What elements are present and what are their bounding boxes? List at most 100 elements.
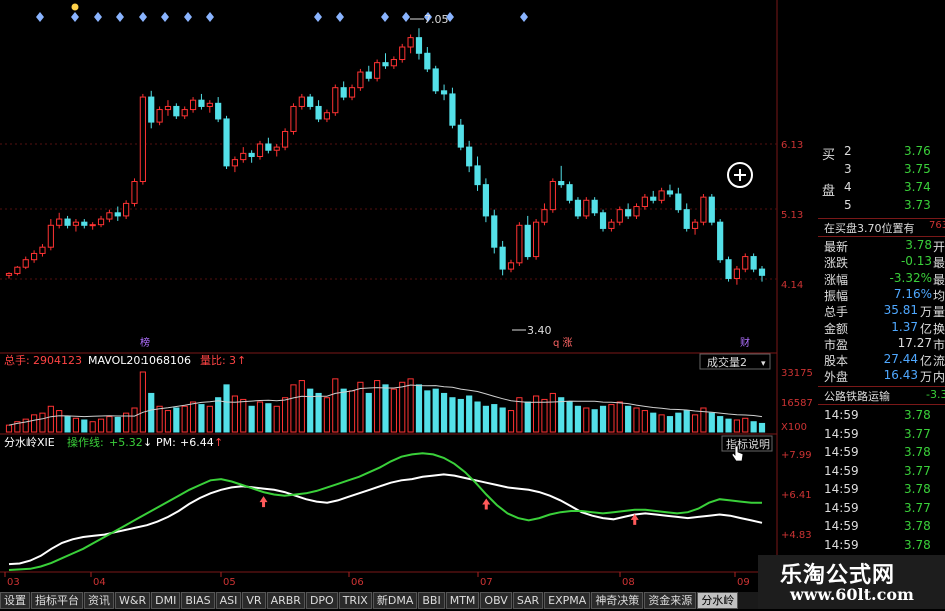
stat-value: 1.37: [891, 319, 918, 334]
tab-trix[interactable]: TRIX: [338, 592, 372, 609]
plus-circle-icon[interactable]: [727, 162, 753, 188]
green-indicator-line: [8, 452, 762, 571]
volume-bar: [348, 390, 356, 433]
volume-dropdown[interactable]: 成交量2 ▾: [699, 353, 771, 370]
indicator-help-button[interactable]: 指标说明: [721, 435, 773, 452]
candle-body: [248, 152, 255, 157]
volume-bar: [248, 405, 255, 433]
arrow-up-icon: ↑: [237, 354, 246, 367]
bid-row[interactable]: 4 3.74: [822, 180, 945, 198]
candle-body: [106, 212, 113, 220]
ind-tick-2: +6.41: [781, 490, 812, 501]
price-tick-2: 5.13: [781, 210, 803, 221]
candle-body: [114, 212, 121, 217]
candle-body: [365, 71, 372, 79]
stat-row: 最新 3.78 开: [822, 238, 945, 256]
volume-bar: [641, 410, 648, 433]
volume-bar: [725, 418, 732, 433]
stat-row: 金额 1.37 换亿: [822, 320, 945, 338]
tab--dma[interactable]: 新DMA: [372, 592, 418, 609]
candle-body: [650, 196, 657, 201]
tab-expma[interactable]: EXPMA: [544, 592, 591, 609]
trade-time: 14:59: [824, 500, 859, 515]
volume-bar: [599, 405, 607, 433]
event-mark-rise[interactable]: q 涨: [553, 337, 573, 349]
stat-label: 金额: [824, 321, 849, 336]
candle-body: [123, 202, 130, 217]
trade-row: 14:59 3.77: [822, 427, 945, 445]
candle-body: [608, 221, 615, 229]
volume-bar: [106, 416, 113, 433]
indicator-lines: [8, 452, 763, 571]
indicator-help-label: 指标说明: [726, 437, 770, 451]
tab-dmi[interactable]: DMI: [151, 592, 181, 609]
tab--[interactable]: 分水岭: [697, 592, 739, 609]
volume-bar: [72, 417, 80, 433]
stat-value: 7.16%: [893, 286, 932, 301]
volume-bar: [449, 397, 456, 433]
volume-bar: [390, 388, 397, 433]
indicator-tabs: 设置 指标平台 资讯 W&R DMI BIAS ASI VR ARBR DPO TRIX 新DMA BB…: [0, 592, 758, 609]
volume-bar: [675, 412, 682, 433]
volume-bar: [482, 405, 489, 433]
vol-tick-3: X100: [781, 422, 807, 433]
stat-value: -3.32%: [889, 270, 932, 285]
volume-bar: [516, 397, 523, 433]
volume-bar: [56, 410, 63, 433]
bid-level: 4: [844, 180, 852, 194]
volume-bar: [282, 397, 289, 433]
indicator-legend: 分水岭XIE 操作线: +5.32 ↓ PM: +6.44 ↑: [4, 435, 223, 449]
volume-bar: [683, 410, 690, 433]
tab--[interactable]: 资讯: [84, 592, 114, 609]
tab-w-r[interactable]: W&R: [115, 592, 151, 609]
tab-mtm[interactable]: MTM: [445, 592, 480, 609]
candle-body: [574, 199, 582, 217]
tab--[interactable]: 设置: [0, 592, 30, 609]
bid-row[interactable]: 3 3.75: [822, 162, 945, 180]
candle-body: [449, 93, 456, 126]
stat-row: 涨幅 -3.32% 最: [822, 271, 945, 289]
candle-body: [491, 215, 498, 248]
arrow-up-icon: [259, 496, 268, 508]
stat-suffix: 最: [933, 256, 945, 271]
volume-bar: [533, 395, 540, 433]
bid-row[interactable]: 5 3.73: [822, 198, 945, 216]
candle-body: [198, 99, 205, 107]
event-mark-rank[interactable]: 榜: [140, 336, 150, 349]
x-tick-label: 07: [480, 577, 493, 588]
candle-body: [399, 46, 406, 61]
volume-bar: [265, 403, 272, 433]
tab--[interactable]: 神奇决策: [591, 592, 644, 609]
tab-arbr[interactable]: ARBR: [266, 592, 305, 609]
candle-body: [382, 62, 389, 67]
volume-bar: [22, 418, 29, 433]
low-value: 3.40: [527, 324, 552, 337]
tab--[interactable]: 资金来源: [644, 592, 697, 609]
vol-total-label: 总手:: [4, 353, 30, 367]
tab--[interactable]: 指标平台: [31, 592, 83, 609]
volume-bar: [650, 412, 657, 433]
tab-bbi[interactable]: BBI: [418, 592, 445, 609]
tab-obv[interactable]: OBV: [480, 592, 512, 609]
ind-tick-3: +4.83: [781, 530, 812, 541]
tab-vr[interactable]: VR: [242, 592, 266, 609]
bid-row[interactable]: 2 3.76: [822, 144, 945, 162]
vol-tick-2: 16587: [781, 398, 813, 409]
volume-bar: [290, 384, 297, 433]
tab-dpo[interactable]: DPO: [305, 592, 338, 609]
candle-body: [457, 124, 464, 148]
stat-suffix: 流: [933, 354, 945, 369]
volume-bar: [97, 418, 105, 433]
volume-bar: [424, 390, 431, 433]
tab-sar[interactable]: SAR: [512, 592, 544, 609]
stat-value: 3.78: [905, 238, 932, 252]
quote-panel: 买 盘 23.7633.7543.7453.73 在买盘3.70位置有 7637…: [818, 140, 945, 607]
trade-row: 14:59 3.78: [822, 482, 945, 500]
event-mark-finance[interactable]: 财: [740, 336, 750, 349]
diamond-marker-icon: [402, 12, 410, 22]
tab-asi[interactable]: ASI: [215, 592, 242, 609]
tab-bias[interactable]: BIAS: [181, 592, 215, 609]
candle-body: [231, 159, 238, 167]
volume-bar: [47, 405, 54, 433]
candle-body: [215, 102, 222, 120]
